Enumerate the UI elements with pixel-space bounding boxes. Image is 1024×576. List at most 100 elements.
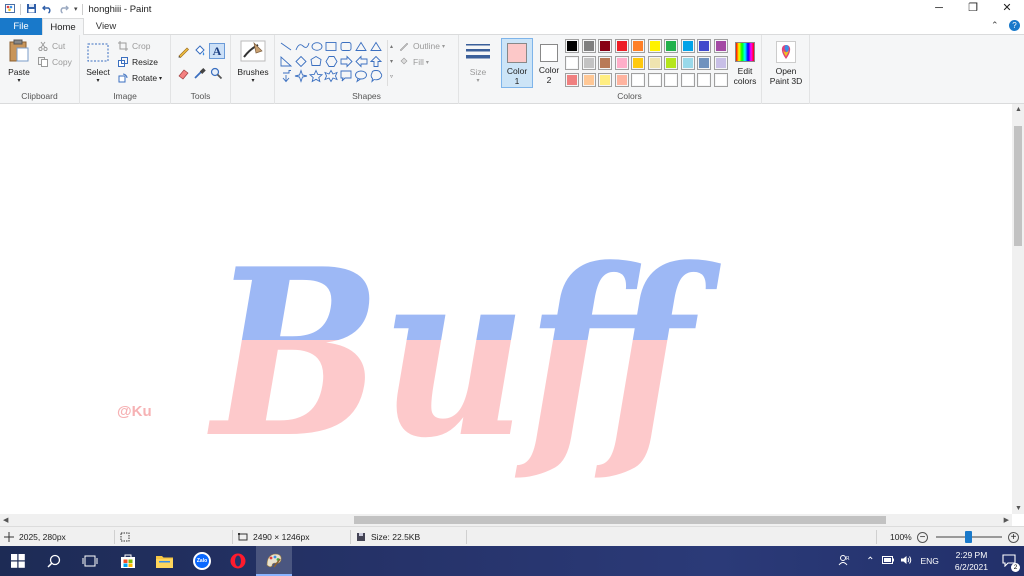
edit-colors-button[interactable]: Edit colors xyxy=(730,38,760,88)
undo-icon[interactable] xyxy=(42,3,53,16)
palette-swatch[interactable] xyxy=(581,56,596,70)
palette-swatch[interactable] xyxy=(680,56,695,70)
clock[interactable]: 2:29 PM 6/2/2021 xyxy=(955,549,988,573)
language-indicator[interactable]: ENG xyxy=(920,556,938,566)
palette-swatch[interactable] xyxy=(697,56,711,70)
palette-swatch[interactable] xyxy=(565,39,579,53)
palette-swatch[interactable] xyxy=(614,56,629,70)
palette-swatch[interactable] xyxy=(664,73,678,87)
drawing-canvas[interactable]: Buff Buff @Ku xyxy=(0,104,1012,514)
paste-button[interactable]: Paste ▾ xyxy=(4,39,34,84)
restore-button[interactable]: ❐ xyxy=(956,0,990,18)
palette-swatch[interactable] xyxy=(631,56,645,70)
horizontal-scroll-thumb[interactable] xyxy=(354,516,886,524)
color2-button[interactable]: Color 2 xyxy=(535,38,563,88)
resize-button[interactable]: Resize xyxy=(118,57,158,67)
palette-swatch[interactable] xyxy=(713,56,728,70)
palette-swatch[interactable] xyxy=(647,39,662,53)
palette-swatch[interactable] xyxy=(647,73,662,87)
vertical-scroll-thumb[interactable] xyxy=(1014,126,1022,246)
palette-swatch[interactable] xyxy=(598,39,612,53)
zoom-slider-thumb[interactable] xyxy=(965,531,972,543)
select-button[interactable]: Select ▾ xyxy=(84,41,112,85)
palette-swatch[interactable] xyxy=(680,73,695,87)
minimize-button[interactable]: ─ xyxy=(922,0,956,18)
palette-swatch[interactable] xyxy=(680,39,695,53)
crop-button[interactable]: Crop xyxy=(118,41,150,51)
show-hidden-icons-chevron-icon[interactable]: ⌃ xyxy=(866,556,874,567)
zoom-out-icon[interactable]: − xyxy=(917,531,928,543)
palette-swatch[interactable] xyxy=(697,39,711,53)
zoom-in-icon[interactable]: + xyxy=(1008,531,1019,543)
palette-swatch[interactable] xyxy=(598,56,612,70)
color1-button[interactable]: Color 1 xyxy=(501,38,533,88)
palette-swatch[interactable] xyxy=(581,39,596,53)
scroll-left-icon[interactable]: ◀ xyxy=(3,516,8,524)
task-view-button[interactable] xyxy=(72,546,108,576)
paint-taskbar-button[interactable] xyxy=(256,546,292,576)
copy-button[interactable]: Copy xyxy=(38,57,72,67)
person-icon[interactable]: R xyxy=(838,554,850,568)
zoom-in-button[interactable]: + xyxy=(1008,527,1019,547)
eraser-icon[interactable] xyxy=(177,67,190,82)
tab-file[interactable]: File xyxy=(0,18,42,35)
battery-icon[interactable] xyxy=(882,556,895,566)
shapes-scroll-up-icon[interactable]: ▴ xyxy=(388,40,395,55)
notifications-button[interactable]: 2 xyxy=(1002,553,1020,572)
zalo-button[interactable]: Zalo xyxy=(184,546,220,576)
outline-button[interactable]: Outline ▾ xyxy=(399,41,445,52)
opera-button[interactable] xyxy=(220,546,256,576)
horizontal-scrollbar[interactable]: ◀ ▶ xyxy=(0,514,1012,526)
palette-swatch[interactable] xyxy=(631,39,645,53)
shapes-gallery[interactable] xyxy=(279,40,387,86)
palette-swatch[interactable] xyxy=(614,39,629,53)
palette-swatch[interactable] xyxy=(581,73,596,87)
redo-icon[interactable] xyxy=(58,3,69,16)
ribbon: Paste ▾ Cut Copy Clipboard Select ▾ Crop… xyxy=(0,35,1024,104)
zoom-out-button[interactable]: − xyxy=(917,527,928,547)
close-button[interactable]: ✕ xyxy=(990,0,1024,18)
palette-swatch[interactable] xyxy=(664,56,678,70)
scroll-down-icon[interactable]: ▼ xyxy=(1015,505,1022,512)
palette-swatch[interactable] xyxy=(598,73,612,87)
shapes-expand-icon[interactable]: ▿ xyxy=(388,70,395,85)
open-paint3d-button[interactable]: Open Paint 3D xyxy=(766,38,806,88)
palette-swatch[interactable] xyxy=(565,56,579,70)
fill-button[interactable]: Fill ▾ xyxy=(399,57,429,67)
palette-swatch[interactable] xyxy=(713,73,728,87)
palette-swatch[interactable] xyxy=(614,73,629,87)
shapes-scroll-down-icon[interactable]: ▾ xyxy=(388,55,395,70)
brushes-button[interactable]: Brushes ▾ xyxy=(235,39,271,85)
fill-bucket-small-icon xyxy=(399,57,409,67)
fill-bucket-icon[interactable] xyxy=(193,45,206,60)
scroll-right-icon[interactable]: ▶ xyxy=(1004,516,1009,524)
color-picker-icon[interactable] xyxy=(193,67,206,82)
collapse-ribbon-chevron-icon[interactable]: ⌃ xyxy=(991,20,999,30)
zoom-slider[interactable] xyxy=(936,527,1002,547)
vertical-scrollbar[interactable]: ▲ ▼ xyxy=(1012,104,1024,514)
pencil-icon[interactable] xyxy=(177,45,190,60)
scroll-up-icon[interactable]: ▲ xyxy=(1015,106,1022,113)
palette-swatch[interactable] xyxy=(565,73,579,87)
palette-swatch[interactable] xyxy=(664,39,678,53)
shapes-scroll[interactable]: ▴ ▾ ▿ xyxy=(387,40,395,86)
file-explorer-button[interactable] xyxy=(146,546,182,576)
customize-qa-chevron-icon[interactable]: ▾ xyxy=(74,5,78,13)
palette-swatch[interactable] xyxy=(697,73,711,87)
search-button[interactable] xyxy=(36,546,72,576)
help-icon[interactable]: ? xyxy=(1009,20,1020,31)
store-button[interactable] xyxy=(110,546,146,576)
size-button[interactable]: Size ▾ xyxy=(463,40,493,86)
start-button[interactable] xyxy=(0,546,36,576)
tab-home[interactable]: Home xyxy=(42,18,84,36)
magnifier-icon[interactable] xyxy=(210,67,223,82)
rotate-button[interactable]: Rotate ▾ xyxy=(118,73,162,83)
text-tool-icon[interactable]: A xyxy=(209,43,225,59)
volume-icon[interactable] xyxy=(900,555,912,567)
palette-swatch[interactable] xyxy=(631,73,645,87)
palette-swatch[interactable] xyxy=(647,56,662,70)
cut-button[interactable]: Cut xyxy=(38,41,65,52)
tab-view[interactable]: View xyxy=(86,18,126,35)
save-icon[interactable] xyxy=(26,3,37,16)
palette-swatch[interactable] xyxy=(713,39,728,53)
